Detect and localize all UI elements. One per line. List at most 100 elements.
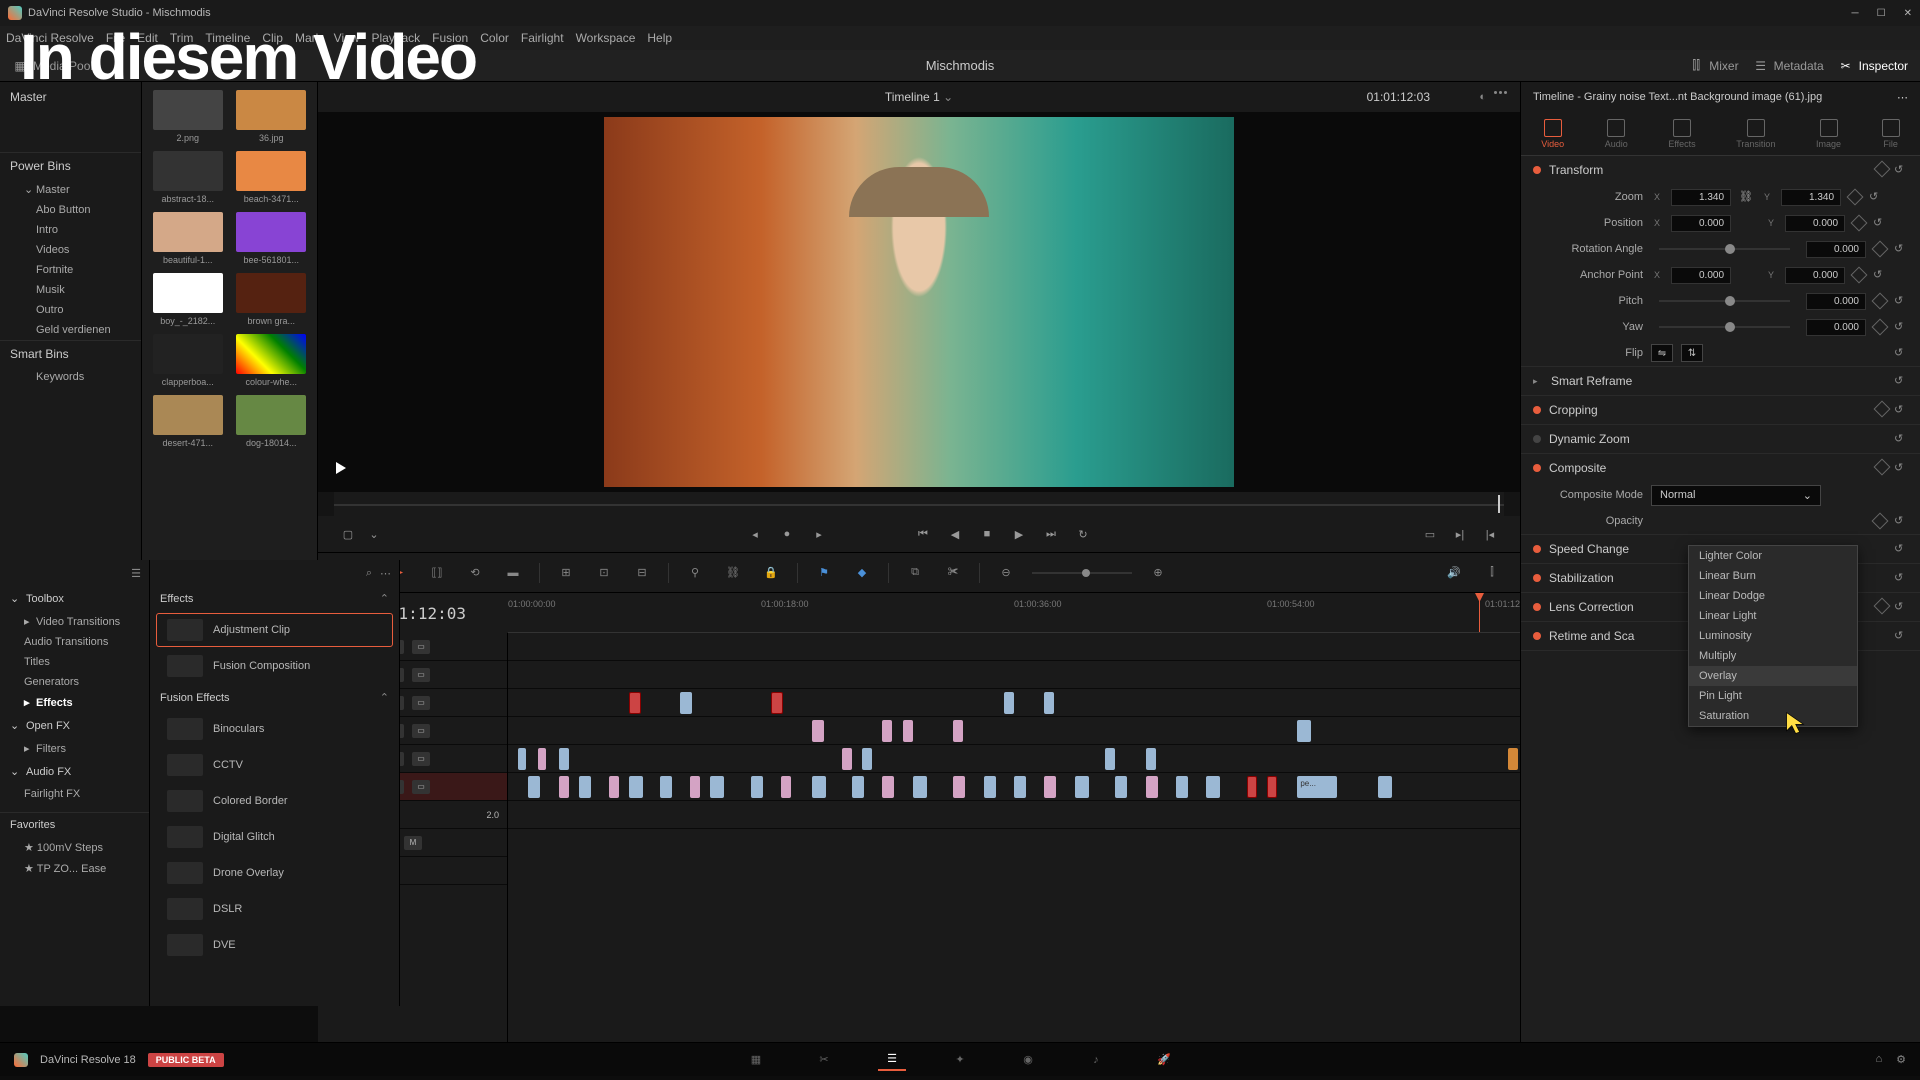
media-thumb[interactable]: dog-18014...: [234, 395, 310, 448]
media-thumb[interactable]: desert-471...: [150, 395, 226, 448]
clip[interactable]: [862, 748, 872, 770]
stop-icon[interactable]: ■: [977, 524, 997, 544]
track-content[interactable]: pe...: [508, 633, 1520, 1042]
page-deliver[interactable]: 🚀: [1150, 1049, 1178, 1071]
pos-x-input[interactable]: [1671, 215, 1731, 232]
openfx-header[interactable]: ⌄Open FX: [0, 713, 149, 738]
lock-icon[interactable]: 🔒: [759, 561, 783, 585]
razor-icon[interactable]: ✀: [941, 561, 965, 585]
keyframe-icon[interactable]: [1872, 241, 1889, 258]
media-thumb[interactable]: abstract-18...: [150, 151, 226, 204]
keyframe-icon[interactable]: [1874, 161, 1891, 178]
reset-icon[interactable]: ↺: [1894, 346, 1908, 360]
tab-image[interactable]: Image: [1816, 119, 1841, 149]
media-thumb[interactable]: colour-whe...: [234, 334, 310, 387]
bin-geld[interactable]: Geld verdienen: [0, 320, 141, 340]
clip[interactable]: [903, 720, 913, 742]
reset-icon[interactable]: ↺: [1894, 294, 1908, 308]
titles[interactable]: Titles: [0, 652, 149, 672]
fav-tpzo[interactable]: ★ TP ZO... Ease: [0, 858, 149, 879]
clip[interactable]: [812, 720, 824, 742]
clip[interactable]: [751, 776, 763, 798]
clip[interactable]: [1247, 776, 1257, 798]
page-edit[interactable]: ☰: [878, 1049, 906, 1071]
link-icon[interactable]: ⚲: [683, 561, 707, 585]
clip[interactable]: [913, 776, 927, 798]
bin-fortnite[interactable]: Fortnite: [0, 260, 141, 280]
dd-linear-burn[interactable]: Linear Burn: [1689, 566, 1857, 586]
page-media[interactable]: ▦: [742, 1049, 770, 1071]
media-thumb[interactable]: beach-3471...: [234, 151, 310, 204]
overwrite-icon[interactable]: ⊡: [592, 561, 616, 585]
reset-icon[interactable]: ↺: [1894, 514, 1908, 528]
timeline-name[interactable]: Timeline 1 ⌄: [885, 90, 953, 104]
menu-fairlight[interactable]: Fairlight: [521, 31, 564, 45]
dd-overlay[interactable]: Overlay: [1689, 666, 1857, 686]
media-thumb[interactable]: boy_-_2182...: [150, 273, 226, 326]
tab-video[interactable]: Video: [1541, 119, 1564, 149]
goto-end-icon[interactable]: ⏭: [1041, 524, 1061, 544]
menu-color[interactable]: Color: [480, 31, 509, 45]
step-back-icon[interactable]: ◀: [945, 524, 965, 544]
clip[interactable]: [1115, 776, 1127, 798]
media-thumb[interactable]: 36.jpg: [234, 90, 310, 143]
search-icon[interactable]: ⌕: [366, 567, 372, 580]
bin-musik[interactable]: Musik: [0, 280, 141, 300]
bin-intro[interactable]: Intro: [0, 220, 141, 240]
viewer-scrubber[interactable]: [334, 492, 1504, 516]
pos-y-input[interactable]: [1785, 215, 1845, 232]
menu-help[interactable]: Help: [647, 31, 672, 45]
replace-icon[interactable]: ⊟: [630, 561, 654, 585]
timeline-ruler[interactable]: 01:00:00:00 01:00:18:00 01:00:36:00 01:0…: [508, 593, 1520, 633]
clip[interactable]: [680, 692, 692, 714]
tab-transition[interactable]: Transition: [1736, 119, 1775, 149]
bin-outro[interactable]: Outro: [0, 300, 141, 320]
play-icon[interactable]: ▶: [1009, 524, 1029, 544]
clip[interactable]: [781, 776, 791, 798]
clip[interactable]: [528, 776, 540, 798]
page-fusion[interactable]: ✦: [946, 1049, 974, 1071]
bin-keywords[interactable]: Keywords: [0, 367, 141, 387]
reset-icon[interactable]: ↺: [1894, 242, 1908, 256]
clip[interactable]: [953, 720, 963, 742]
bin-abo[interactable]: Abo Button: [0, 200, 141, 220]
keyframe-icon[interactable]: [1874, 401, 1891, 418]
clip[interactable]: [538, 748, 546, 770]
keyframe-icon[interactable]: [1851, 215, 1868, 232]
clip[interactable]: [609, 776, 619, 798]
trim-tool-icon[interactable]: ⟦⟧: [425, 561, 449, 585]
home-icon[interactable]: ⌂: [1875, 1053, 1882, 1066]
yaw-slider[interactable]: [1659, 326, 1790, 328]
reset-icon[interactable]: ↺: [1894, 629, 1908, 643]
fx-dslr[interactable]: DSLR: [156, 892, 393, 926]
match-frame-icon[interactable]: ▭: [1420, 524, 1440, 544]
clip[interactable]: pe...: [1297, 776, 1337, 798]
menu-dots-icon[interactable]: ⋯: [380, 567, 391, 580]
metadata-button[interactable]: ☰Metadata: [1753, 58, 1824, 74]
clip[interactable]: [518, 748, 526, 770]
clip[interactable]: [1378, 776, 1392, 798]
fx-binoculars[interactable]: Binoculars: [156, 712, 393, 746]
zoom-in-icon[interactable]: ⊕: [1146, 561, 1170, 585]
clip[interactable]: [1105, 748, 1115, 770]
favorites-header[interactable]: Favorites: [0, 813, 149, 837]
clip[interactable]: [1044, 692, 1054, 714]
bin-master-2[interactable]: ⌄Master: [0, 179, 141, 200]
reset-icon[interactable]: ↺: [1869, 190, 1883, 204]
yaw-input[interactable]: [1806, 319, 1866, 336]
viewer-options-icon[interactable]: ◐: [1479, 91, 1486, 103]
dd-saturation[interactable]: Saturation: [1689, 706, 1857, 726]
close-button[interactable]: ✕: [1904, 8, 1912, 19]
inspector-menu-icon[interactable]: ⋯: [1897, 91, 1908, 104]
smart-bins-header[interactable]: Smart Bins: [0, 340, 141, 367]
fav-100mv[interactable]: ★ 100mV Steps: [0, 837, 149, 858]
playhead[interactable]: [1479, 593, 1480, 632]
filters[interactable]: ▸Filters: [0, 738, 149, 759]
page-cut[interactable]: ✂: [810, 1049, 838, 1071]
keyframe-icon[interactable]: [1874, 459, 1891, 476]
fx-colored-border[interactable]: Colored Border: [156, 784, 393, 818]
meters-icon[interactable]: ⫿: [1480, 561, 1504, 585]
rotation-input[interactable]: [1806, 241, 1866, 258]
viewer-monitor[interactable]: [318, 112, 1520, 492]
toolbox-header[interactable]: ⌄Toolbox: [0, 586, 149, 611]
